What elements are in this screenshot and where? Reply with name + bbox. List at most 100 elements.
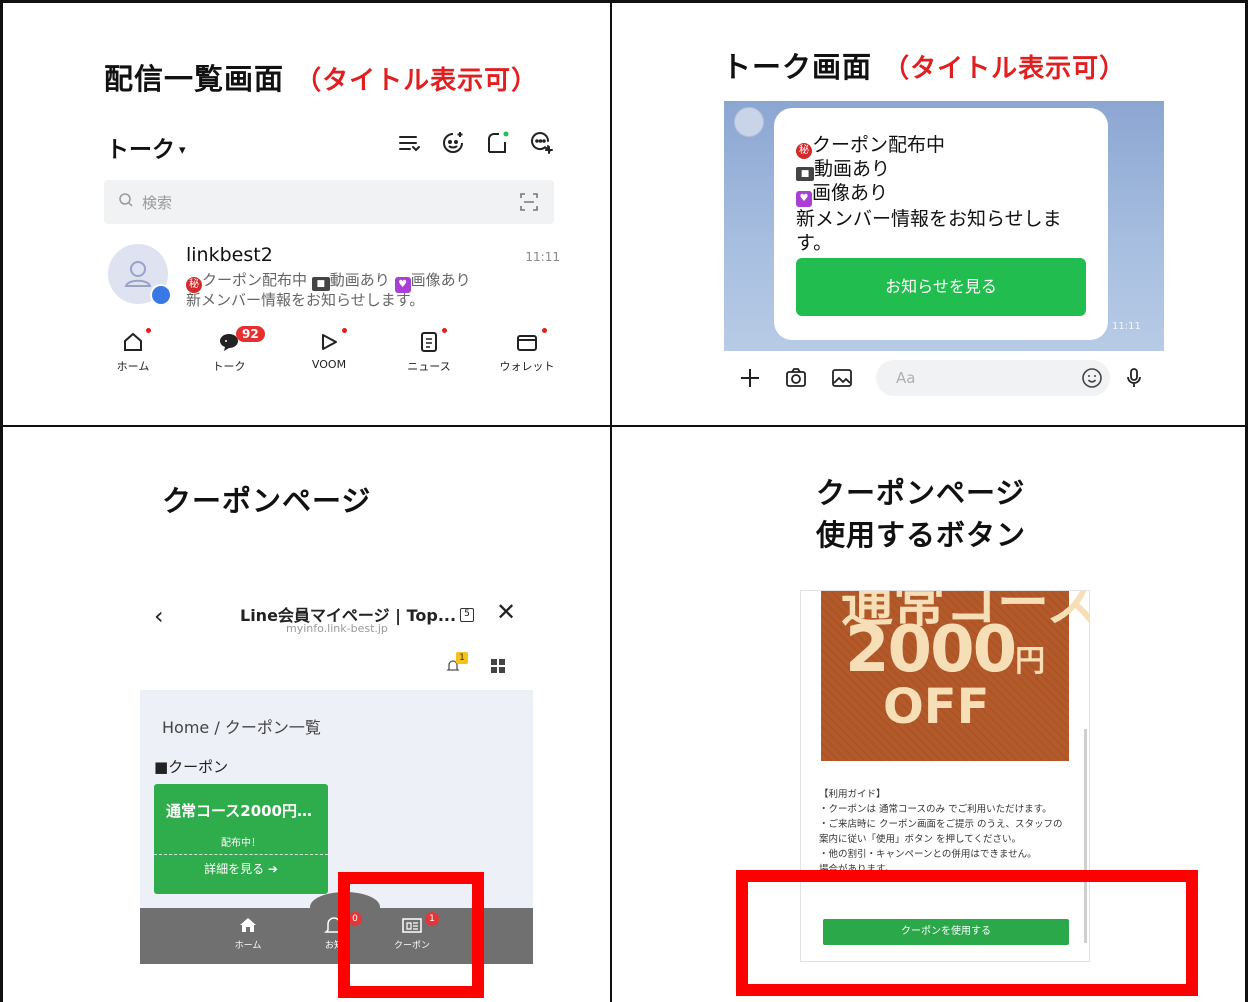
breadcrumb[interactable]: Home / クーポン一覧 <box>162 714 321 738</box>
qr-scan-icon[interactable] <box>518 191 540 213</box>
grid-center-divider <box>610 0 612 1002</box>
nav-talk-label: トーク <box>212 360 246 373</box>
grid-middle-divider <box>0 425 1248 427</box>
search-placeholder: 検索 <box>142 194 173 212</box>
nav-news-label: ニュース <box>407 360 451 373</box>
wallet-icon <box>517 335 537 351</box>
guide-line: ・ご来店時に クーポン画面をご提示 のうえ、スタッフの案内に従い「使用」ボタン … <box>819 819 1063 845</box>
nav-news[interactable]: ニュース <box>384 324 474 374</box>
avatar <box>108 244 172 306</box>
comparison-grid: 配信一覧画面 （タイトル表示可） トーク画面 （タイトル表示可） クーポンページ… <box>0 0 1248 1002</box>
panel-title-coupon-use-1: クーポンページ <box>816 476 1026 510</box>
keep-icon[interactable] <box>484 130 510 156</box>
talk-list-screen: トーク ▾ 検索 linkbest2 11:11 秘クーポン配布中 ■ 動画あり ♥… <box>84 102 576 387</box>
panel-title-chat: トーク画面 （タイトル表示可） <box>722 44 1126 86</box>
msg-line5: す。 <box>796 232 833 254</box>
banner-amount: 2000円 <box>845 613 1045 687</box>
image-icon[interactable] <box>830 366 854 390</box>
nav-wallet[interactable]: ウォレット <box>482 324 572 374</box>
nav-dot <box>146 328 151 333</box>
msg-line2: ■ 動画あり <box>796 154 890 181</box>
news-icon <box>421 332 437 352</box>
openchat-icon[interactable] <box>440 130 466 156</box>
nav-dot <box>442 328 447 333</box>
msg-line1-text: クーポン配布中 <box>812 134 946 156</box>
view-notice-button[interactable]: お知らせを見る <box>796 258 1086 316</box>
panel-title-list-text: 配信一覧画面 <box>104 62 285 96</box>
back-icon[interactable]: ‹ <box>154 602 164 630</box>
nav-talk[interactable]: 92 トーク <box>184 324 274 374</box>
title-note: （タイトル表示可） <box>295 66 539 96</box>
chat-preview-line2: 新メンバー情報をお知らせします。 <box>186 291 425 309</box>
chat-time: 11:11 <box>525 250 560 264</box>
microphone-icon[interactable] <box>1122 366 1146 390</box>
voom-icon <box>322 334 337 350</box>
title-note: （タイトル表示可） <box>883 54 1127 84</box>
nav-wallet-label: ウォレット <box>499 360 555 373</box>
message-input[interactable]: Aa <box>876 360 1110 396</box>
talk-header-label: トーク <box>106 137 175 163</box>
coupon-detail-link[interactable]: 詳細を見る ➔ <box>154 860 328 877</box>
coupon-card-title: 通常コース2000円… <box>166 802 312 820</box>
close-icon[interactable]: ✕ <box>496 598 516 626</box>
nav-dot <box>542 328 547 333</box>
msg-line4: 新メンバー情報をお知らせしま <box>796 208 1062 230</box>
message-input-placeholder: Aa <box>896 369 916 387</box>
chat-screen: 秘クーポン配布中 ■ 動画あり ♥ 画像あり 新メンバー情報をお知らせしま す。 お… <box>724 101 1164 406</box>
menu-grid-icon[interactable] <box>490 658 506 674</box>
unread-badge: 92 <box>236 326 265 342</box>
chat-name: linkbest2 <box>186 244 273 266</box>
panel-title-coupon: クーポンページ <box>162 484 372 518</box>
message-time: 11:11 <box>1112 321 1141 332</box>
coupon-card[interactable]: 通常コース2000円… 配布中！ 詳細を見る ➔ <box>154 784 328 894</box>
nav-home-label: ホーム <box>116 360 150 373</box>
usage-guide: 【利用ガイド】 ・クーポンは 通常コースのみ でご利用いただけます。 ・ご来店時… <box>819 787 1069 877</box>
preview-video: 動画あり <box>329 271 390 289</box>
search-icon <box>119 193 133 207</box>
highlight-box-use-button <box>736 870 1198 996</box>
msg-line3: ♥ 画像あり <box>796 178 888 207</box>
bell-badge: 1 <box>456 652 468 664</box>
highlight-box-coupon-tab <box>338 872 484 998</box>
chat-input-bar: Aa <box>724 351 1164 406</box>
grid-left-border <box>0 0 3 1002</box>
sort-icon[interactable] <box>396 130 422 156</box>
footer-home-label: ホーム <box>234 941 262 951</box>
panel-title-chat-text: トーク画面 <box>722 50 873 84</box>
plus-icon[interactable] <box>738 366 762 390</box>
coupon-card-status: 配布中！ <box>221 838 261 849</box>
coupon-banner: 通常コース 2000円 OFF <box>821 591 1089 761</box>
sender-avatar[interactable] <box>734 107 764 137</box>
section-heading: ■クーポン <box>154 758 229 776</box>
talk-header-icons <box>396 130 554 156</box>
banner-off: OFF <box>883 679 990 735</box>
nav-voom-label: VOOM <box>311 358 347 371</box>
home-icon <box>124 332 142 351</box>
search-input[interactable]: 検索 <box>104 180 554 224</box>
preview-coupon: クーポン配布中 <box>202 271 308 289</box>
panel-title-list: 配信一覧画面 （タイトル表示可） <box>104 56 538 98</box>
emoji-icon[interactable] <box>1080 366 1104 390</box>
guide-title: 【利用ガイド】 <box>819 789 886 800</box>
nav-home[interactable]: ホーム <box>88 324 178 374</box>
home-icon <box>240 918 256 932</box>
camera-icon[interactable] <box>784 366 808 390</box>
browser-url: myinfo.link-best.jp <box>286 622 388 635</box>
bottom-nav: ホーム 92 トーク VOOM ニュース ウォレット <box>84 324 576 384</box>
msg-line3-text: 画像あり <box>812 182 889 204</box>
message-bubble: 秘クーポン配布中 ■ 動画あり ♥ 画像あり 新メンバー情報をお知らせしま す。 お… <box>774 108 1108 340</box>
panel-title-coupon-use-2: 使用するボタン <box>816 518 1027 552</box>
tabs-icon[interactable]: 5 <box>460 608 474 622</box>
banner-yen: 円 <box>1015 644 1046 679</box>
nav-dot <box>342 328 347 333</box>
new-chat-icon[interactable] <box>528 130 554 156</box>
coupon-card-divider <box>154 854 328 855</box>
talk-header[interactable]: トーク ▾ <box>106 130 186 164</box>
nav-voom[interactable]: VOOM <box>284 324 374 371</box>
grid-top-border <box>0 0 1248 3</box>
msg-line2-text: 動画あり <box>814 158 891 180</box>
footer-home[interactable]: ホーム <box>218 914 278 951</box>
caret-down-icon: ▾ <box>179 143 186 158</box>
guide-line: ・クーポンは 通常コースのみ でご利用いただけます。 <box>819 804 1052 815</box>
banner-amount-number: 2000 <box>845 613 1017 687</box>
